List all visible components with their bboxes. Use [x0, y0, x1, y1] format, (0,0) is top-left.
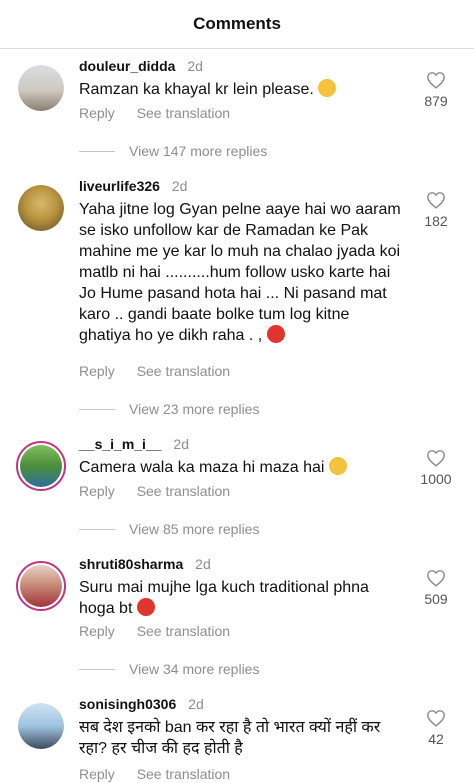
reply-button[interactable]: Reply [79, 363, 115, 379]
like-button[interactable]: 42 [416, 709, 456, 747]
reply-button[interactable]: Reply [79, 483, 115, 499]
comment-actions: Reply See translation [79, 483, 248, 499]
heart-outline-icon[interactable] [426, 191, 446, 209]
comment-body: Ramzan ka khayal kr lein please. [79, 81, 314, 98]
timestamp: 2d [187, 58, 203, 74]
timestamp: 2d [195, 556, 211, 572]
avatar[interactable] [16, 561, 66, 611]
view-replies-button[interactable]: View 147 more replies [79, 143, 267, 159]
comment-text: Camera wala ka maza hi maza hai [79, 457, 404, 478]
like-count: 509 [424, 591, 448, 607]
avatar[interactable] [18, 185, 64, 231]
comment-meta: sonisingh0306 2d [79, 696, 204, 712]
reply-button[interactable]: Reply [79, 105, 115, 121]
see-translation-button[interactable]: See translation [137, 483, 230, 499]
like-count: 42 [428, 731, 444, 747]
comments-header: Comments [0, 0, 474, 49]
username[interactable]: __s_i_m_i__ [79, 436, 162, 452]
comment-body: Suru mai mujhe lga kuch traditional phna… [79, 579, 369, 617]
like-count: 1000 [420, 471, 452, 487]
see-translation-button[interactable]: See translation [137, 105, 230, 121]
replies-divider [79, 408, 115, 410]
view-replies-button[interactable]: View 85 more replies [79, 521, 259, 537]
username[interactable]: liveurlife326 [79, 178, 160, 194]
timestamp: 2d [173, 436, 189, 452]
reply-button[interactable]: Reply [79, 766, 115, 782]
sad-face-emoji-icon [318, 79, 337, 97]
comment-text: सब देश इनको ban कर रहा है तो भारत क्यों … [79, 717, 404, 759]
comment-text: Suru mai mujhe lga kuch traditional phna… [79, 577, 404, 619]
comment-actions: Reply See translation [79, 105, 248, 121]
heart-outline-icon[interactable] [426, 569, 446, 587]
comment-text: Yaha jitne log Gyan pelne aaye hai wo aa… [79, 199, 404, 346]
comment-actions: Reply See translation [79, 623, 248, 639]
like-count: 182 [424, 213, 448, 229]
view-replies-button[interactable]: View 34 more replies [79, 661, 259, 677]
heart-outline-icon[interactable] [426, 709, 446, 727]
replies-divider [79, 528, 115, 530]
avatar[interactable] [16, 441, 66, 491]
comment-meta: liveurlife326 2d [79, 178, 187, 194]
see-translation-button[interactable]: See translation [137, 363, 230, 379]
view-replies-label[interactable]: View 147 more replies [129, 143, 267, 159]
view-replies-label[interactable]: View 85 more replies [129, 521, 259, 537]
username[interactable]: sonisingh0306 [79, 696, 176, 712]
page-title: Comments [193, 14, 281, 33]
comment-body: Camera wala ka maza hi maza hai [79, 459, 325, 476]
heart-outline-icon[interactable] [426, 71, 446, 89]
username[interactable]: shruti80sharma [79, 556, 183, 572]
reply-button[interactable]: Reply [79, 623, 115, 639]
comment-meta: shruti80sharma 2d [79, 556, 211, 572]
laughing-face-emoji-icon [328, 457, 347, 475]
see-translation-button[interactable]: See translation [137, 766, 230, 782]
avatar[interactable] [18, 65, 64, 111]
timestamp: 2d [188, 696, 204, 712]
comment-actions: Reply See translation [79, 363, 248, 379]
heart-outline-icon[interactable] [426, 449, 446, 467]
angry-face-emoji-icon [266, 325, 285, 343]
comment-actions: Reply See translation [79, 766, 248, 782]
replies-divider [79, 150, 115, 152]
view-replies-button[interactable]: View 23 more replies [79, 401, 259, 417]
like-button[interactable]: 1000 [416, 449, 456, 487]
view-replies-label[interactable]: View 34 more replies [129, 661, 259, 677]
angry-face-emoji-icon [136, 598, 155, 616]
like-button[interactable]: 879 [416, 71, 456, 109]
comment-text: Ramzan ka khayal kr lein please. [79, 79, 404, 100]
like-button[interactable]: 182 [416, 191, 456, 229]
comment-meta: douleur_didda 2d [79, 58, 203, 74]
avatar[interactable] [18, 703, 64, 749]
username[interactable]: douleur_didda [79, 58, 175, 74]
comment-body: सब देश इनको ban कर रहा है तो भारत क्यों … [79, 719, 381, 757]
replies-divider [79, 668, 115, 670]
timestamp: 2d [171, 178, 188, 194]
comment-body: Yaha jitne log Gyan pelne aaye hai wo aa… [79, 201, 401, 344]
like-count: 879 [424, 93, 448, 109]
comment-meta: __s_i_m_i__ 2d [79, 436, 189, 452]
view-replies-label[interactable]: View 23 more replies [129, 401, 259, 417]
like-button[interactable]: 509 [416, 569, 456, 607]
see-translation-button[interactable]: See translation [137, 623, 230, 639]
